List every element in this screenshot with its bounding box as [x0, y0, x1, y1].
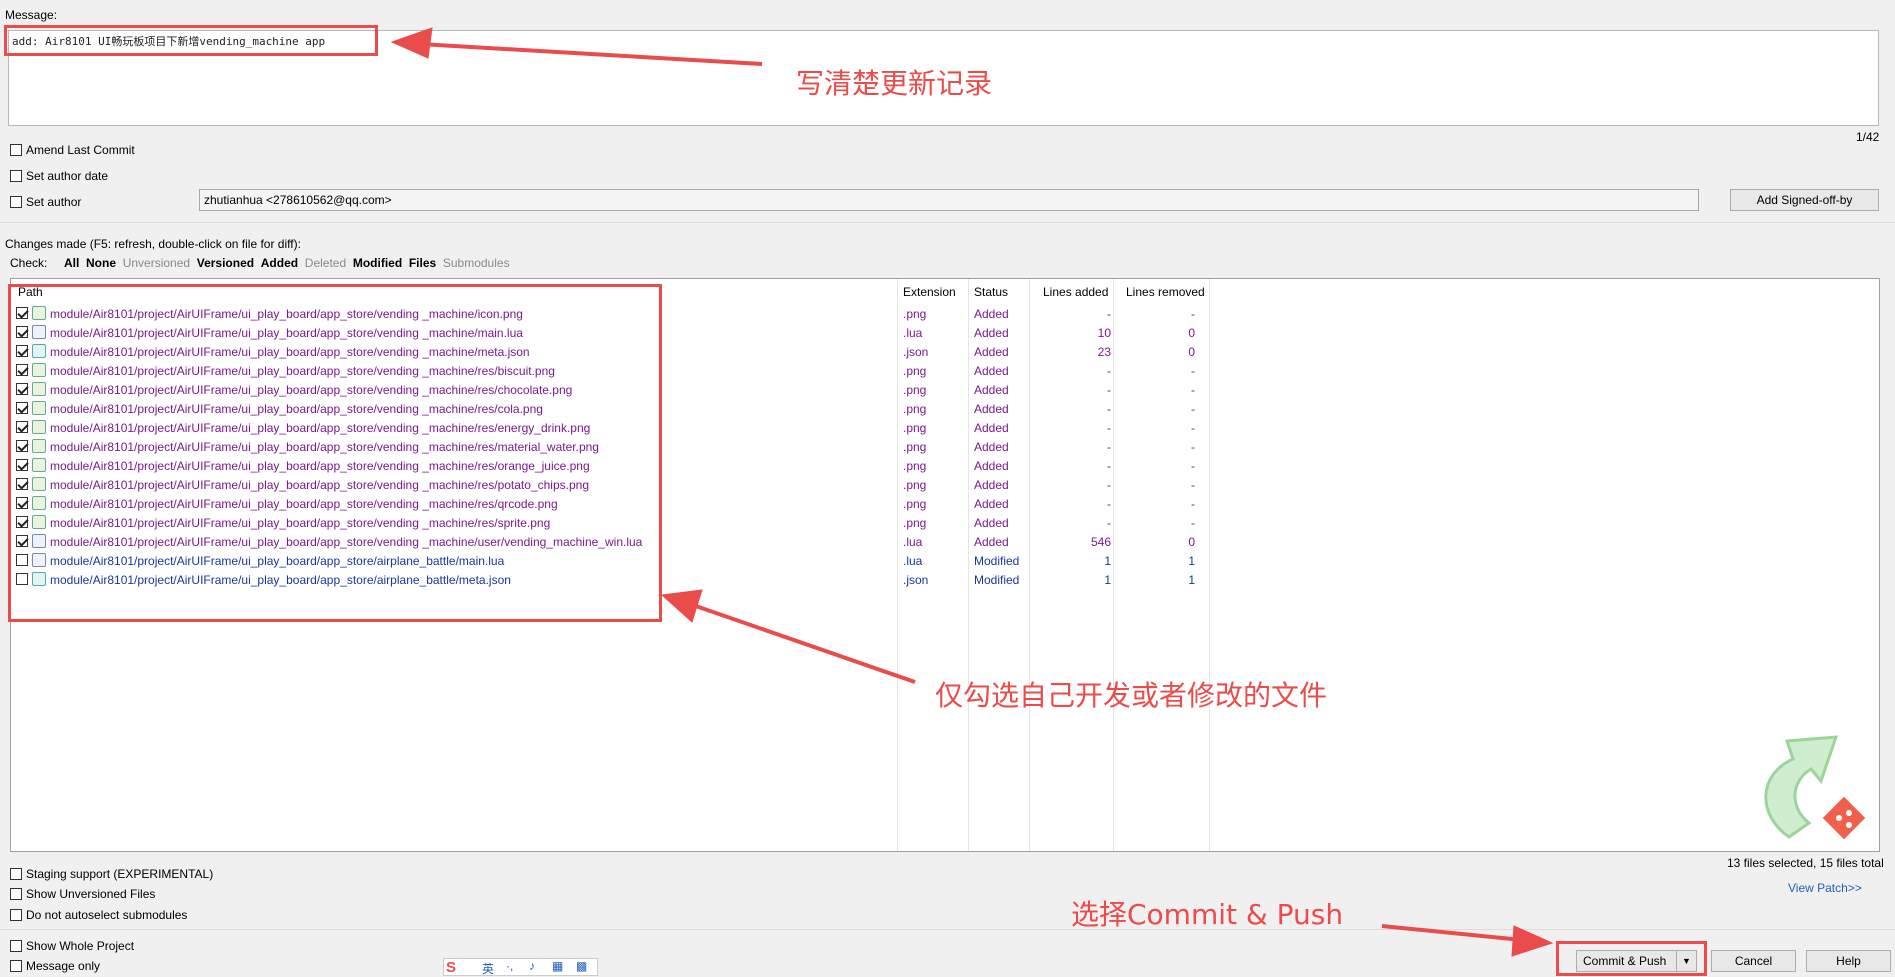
annotation-message-tip: 写清楚更新记录	[796, 67, 993, 100]
annotation-files-tip: 仅勾选自己开发或者修改的文件	[935, 679, 1328, 712]
annotation-commit-tip: 选择Commit & Push	[1071, 898, 1344, 931]
annotation-arrows	[390, 27, 1554, 957]
